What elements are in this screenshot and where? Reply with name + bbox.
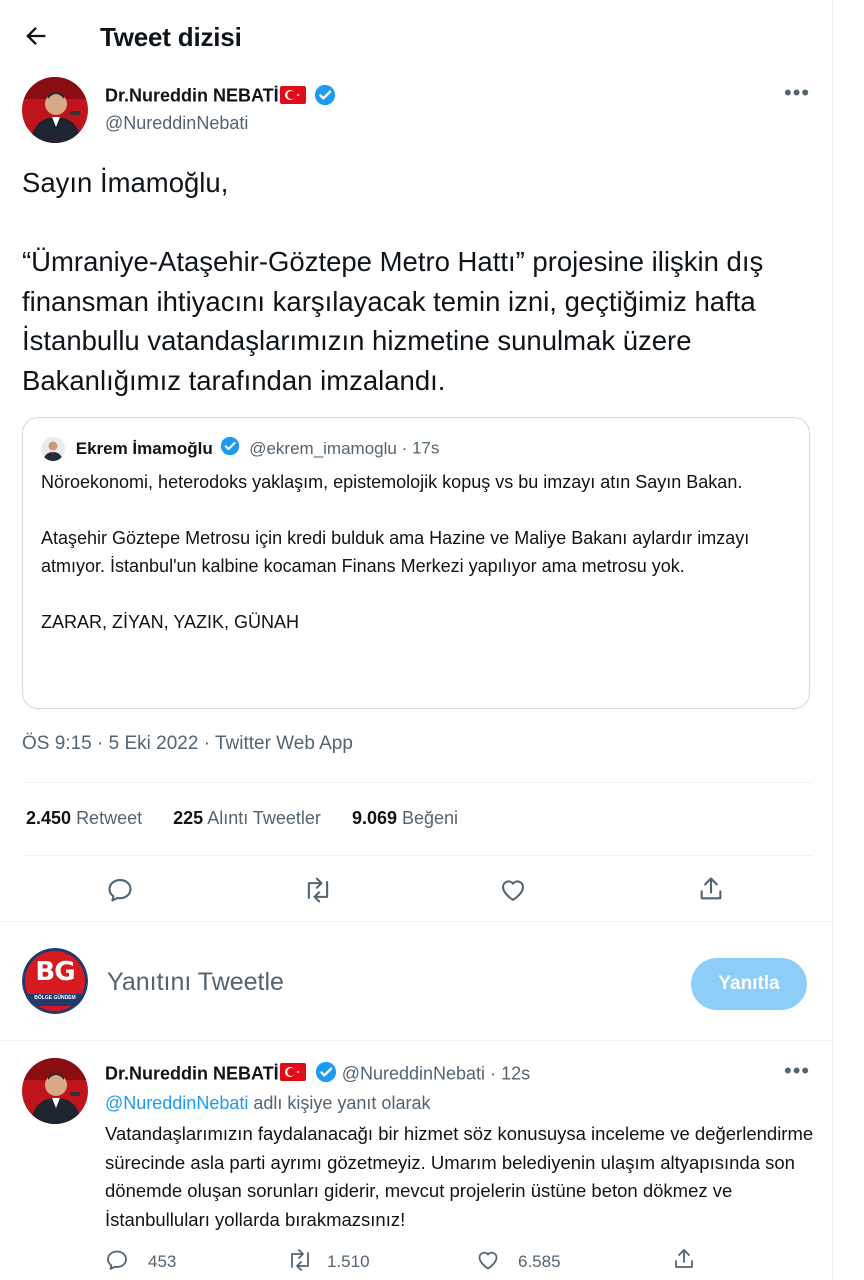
verified-badge-icon — [220, 436, 240, 461]
quoted-tweet-header: Ekrem İmamoğlu @ekrem_imamoglu · 17s — [41, 436, 439, 461]
quoted-tweet[interactable]: Ekrem İmamoğlu @ekrem_imamoglu · 17s Nör… — [22, 417, 810, 709]
reply-author-avatar[interactable] — [22, 1058, 88, 1124]
quoted-author-name: Ekrem İmamoğlu — [75, 438, 213, 458]
like-count: 6.585 — [518, 1252, 561, 1271]
tweet-time[interactable]: ÖS 9:15 — [22, 733, 92, 754]
author-avatar[interactable] — [22, 77, 88, 143]
divider — [0, 1040, 833, 1041]
like-icon[interactable] — [476, 1248, 500, 1277]
turkish-flag-icon — [279, 1063, 306, 1086]
divider — [0, 921, 833, 922]
more-icon[interactable]: ••• — [784, 1058, 810, 1084]
like-stat[interactable]: 9.069 Beğeni — [352, 808, 458, 828]
quoted-author-handle: @ekrem_imamoglu — [249, 438, 397, 458]
tweet-date[interactable]: 5 Eki 2022 — [109, 733, 199, 754]
quoted-author-avatar — [41, 436, 65, 461]
tweet-text: Sayın İmamoğlu, “Ümraniye-Ataşehir-Gözte… — [22, 167, 764, 396]
retweet-icon[interactable] — [302, 876, 334, 904]
avatar-initials: BG — [35, 957, 75, 987]
reply-time[interactable]: 12s — [501, 1063, 530, 1083]
retweet-count: 1.510 — [327, 1252, 370, 1271]
retweet-stat[interactable]: 2.450 Retweet — [26, 808, 142, 828]
reply-author-handle[interactable]: @NureddinNebati — [342, 1063, 485, 1083]
reply-tweet-text: Vatandaşlarımızın faydalanacağı bir hizm… — [105, 1123, 814, 1230]
share-icon[interactable] — [697, 875, 725, 903]
turkish-flag-icon — [279, 86, 306, 109]
retweet-icon[interactable] — [286, 1248, 314, 1277]
tweet-stats: 2.450 Retweet 225 Alıntı Tweetler 9.069 … — [26, 808, 458, 829]
page-title: Tweet dizisi — [100, 22, 242, 52]
avatar-subtext: BÖLGE GÜNDEM — [34, 995, 76, 1001]
share-icon[interactable] — [672, 1247, 696, 1276]
reply-icon[interactable] — [105, 1248, 129, 1277]
reply-icon[interactable] — [106, 876, 134, 904]
reply-to-mention[interactable]: @NureddinNebati — [105, 1093, 248, 1113]
divider — [22, 782, 812, 783]
reply-count: 453 — [148, 1252, 177, 1271]
tweet-source[interactable]: Twitter Web App — [215, 733, 353, 754]
author-name[interactable]: Dr.Nureddin NEBATİ — [105, 86, 279, 106]
back-arrow-icon[interactable] — [22, 22, 50, 50]
verified-badge-icon — [315, 1061, 337, 1088]
reply-button[interactable]: Yanıtla — [691, 958, 807, 1010]
verified-badge-icon — [314, 84, 336, 111]
divider — [22, 855, 812, 856]
author-handle[interactable]: @NureddinNebati — [105, 113, 248, 134]
quote-stat[interactable]: 225 Alıntı Tweetler — [173, 808, 321, 828]
reply-context: @NureddinNebati adlı kişiye yanıt olarak — [105, 1093, 431, 1113]
quoted-tweet-text: Nöroekonomi, heterodoks yaklaşım, episte… — [41, 472, 750, 632]
tweet-thread-page: Tweet dizisi Dr.Nureddin NEBATİ @Nureddi… — [0, 0, 833, 1280]
like-icon[interactable] — [499, 876, 527, 904]
quoted-tweet-time: 17s — [411, 438, 440, 458]
reply-input[interactable]: Yanıtını Tweetle — [107, 968, 284, 997]
more-icon[interactable]: ••• — [784, 80, 810, 106]
tweet-meta: ÖS 9:15 · 5 Eki 2022 · Twitter Web App — [22, 733, 353, 754]
reply-author-name[interactable]: Dr.Nureddin NEBATİ — [105, 1063, 279, 1083]
